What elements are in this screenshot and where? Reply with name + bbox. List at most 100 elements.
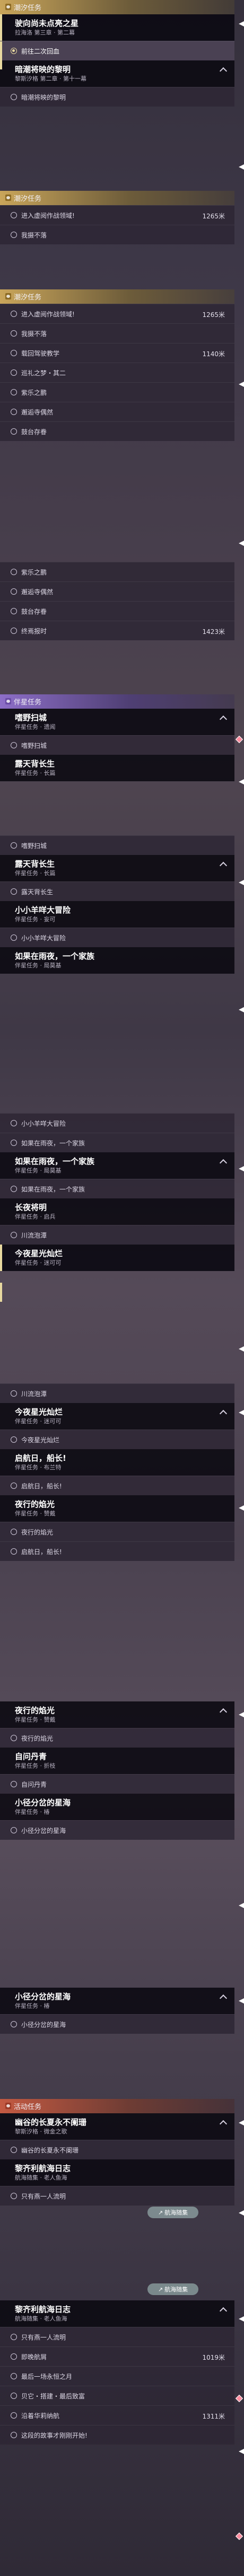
objective-row[interactable]: 邂逅寺偶然 <box>0 402 234 421</box>
pink-diamond-icon[interactable] <box>235 2394 243 2403</box>
collapse-arrow-icon[interactable] <box>239 1410 244 1415</box>
quest-card[interactable]: 幽谷的长夏永不阑珊 黎斯汐格 · 微金之歌 <box>0 2113 234 2140</box>
pink-diamond-icon[interactable] <box>235 2532 243 2540</box>
objective-radio-icon[interactable] <box>11 428 17 435</box>
objective-row[interactable]: 载回驾驶教学 1140米 <box>0 343 234 363</box>
objective-radio-icon[interactable] <box>11 2193 17 2199</box>
objective-radio-icon[interactable] <box>11 2373 17 2379</box>
objective-radio-icon[interactable] <box>11 1735 17 1741</box>
objective-row[interactable]: 紫乐之鹏 <box>0 562 234 581</box>
objective-radio-icon[interactable] <box>11 1186 17 1192</box>
chevron-up-icon[interactable] <box>219 715 228 724</box>
objective-radio-icon[interactable] <box>11 311 17 317</box>
objective-row[interactable]: 进入虚阅作战领域! 1265米 <box>0 304 234 323</box>
collapse-arrow-icon[interactable] <box>239 1505 244 1511</box>
section-header[interactable]: 潮汐任务 <box>0 191 234 205</box>
objective-row[interactable]: 邂逅寺偶然 <box>0 581 234 601</box>
collapse-arrow-icon[interactable] <box>239 1998 244 2004</box>
objective-row[interactable]: 如果在雨夜，一个家族 <box>0 1179 234 1198</box>
chevron-up-icon[interactable] <box>219 2120 228 2128</box>
objective-radio-icon[interactable] <box>11 842 17 849</box>
objective-radio-icon[interactable] <box>11 1483 17 1489</box>
objective-radio-icon[interactable] <box>11 1548 17 1555</box>
objective-radio-icon[interactable] <box>11 330 17 337</box>
objective-row[interactable]: 夜行的焰光 <box>0 1728 234 1748</box>
objective-row[interactable]: 暗潮将映的黎明 <box>0 87 234 107</box>
objective-row[interactable]: 即晚航屑 1019米 <box>0 2346 234 2366</box>
objective-radio-icon[interactable] <box>11 888 17 895</box>
quest-card[interactable]: 如果在雨夜，一个家族 伴星任务 · 局莫基 <box>0 1152 234 1179</box>
objective-radio-icon[interactable] <box>11 569 17 575</box>
objective-row[interactable]: 小小羊咩大冒险 <box>0 928 234 947</box>
collapse-arrow-icon[interactable] <box>239 1166 244 1171</box>
objective-radio-icon[interactable] <box>11 232 17 238</box>
collapse-arrow-icon[interactable] <box>239 1903 244 1908</box>
objective-radio-icon[interactable] <box>11 742 17 748</box>
quest-card[interactable]: 嗜野扫城 伴星任务 · 遗闻 <box>0 709 234 735</box>
objective-row[interactable]: 今夜星光灿烂 <box>0 1430 234 1449</box>
collapse-arrow-icon[interactable] <box>239 382 244 387</box>
objective-radio-icon[interactable] <box>11 1529 17 1535</box>
quest-card[interactable]: 露天背长生 伴星任务 · 长篇 <box>0 855 234 881</box>
objective-row[interactable]: 启航日，船长! <box>0 1541 234 1561</box>
quest-card[interactable]: 今夜星光灿烂 伴星任务 · 迷可可 <box>0 1245 234 1271</box>
collapse-arrow-icon[interactable] <box>239 1346 244 1352</box>
quest-card[interactable]: 自问丹青 伴星任务 · 折枝 <box>0 1748 234 1774</box>
objective-row[interactable]: 嗜野扫城 <box>0 835 234 855</box>
objective-row[interactable]: 自问丹青 <box>0 1774 234 1794</box>
collapse-arrow-icon[interactable] <box>239 164 244 170</box>
section-header[interactable]: 潮汐任务 <box>0 0 234 14</box>
collapse-arrow-icon[interactable] <box>239 2210 244 2216</box>
objective-radio-icon[interactable] <box>11 1390 17 1397</box>
objective-row[interactable]: 前往二次回血 <box>0 41 234 60</box>
chevron-up-icon[interactable] <box>219 861 228 870</box>
nav-tag[interactable]: 航海随集 <box>147 2283 198 2295</box>
objective-row[interactable]: 幽谷的长夏永不阑珊 <box>0 2140 234 2159</box>
objective-radio-icon[interactable] <box>11 350 17 356</box>
objective-row[interactable]: 鼓台存眷 <box>0 421 234 441</box>
objective-radio-icon[interactable] <box>11 2147 17 2153</box>
objective-radio-icon[interactable] <box>11 369 17 376</box>
objective-row[interactable]: 最后一场永恒之月 <box>0 2366 234 2386</box>
objective-row[interactable]: 紫乐之鹏 <box>0 382 234 402</box>
chevron-up-icon[interactable] <box>219 67 228 75</box>
quest-card[interactable]: 露天背长生 伴星任务 · 长篇 <box>0 755 234 781</box>
objective-row[interactable]: 小小羊咩大冒险 <box>0 1113 234 1133</box>
quest-card[interactable]: 黎齐利航海日志 航海随集 · 老人鱼海 <box>0 2159 234 2186</box>
quest-card[interactable]: 黎齐利航海日志 航海随集 · 老人鱼海 <box>0 2300 234 2327</box>
objective-radio-icon[interactable] <box>11 1120 17 1126</box>
objective-radio-icon[interactable] <box>11 2432 17 2438</box>
objective-radio-icon[interactable] <box>11 94 17 100</box>
objective-row[interactable]: 露天背长生 <box>0 881 234 901</box>
chevron-up-icon[interactable] <box>219 1159 228 1167</box>
collapse-arrow-icon[interactable] <box>239 21 244 27</box>
chevron-up-icon[interactable] <box>219 1708 228 1716</box>
objective-radio-icon[interactable] <box>11 48 17 54</box>
objective-radio-icon[interactable] <box>11 588 17 595</box>
objective-radio-icon[interactable] <box>11 2334 17 2340</box>
objective-row[interactable]: 鼓台存眷 <box>0 601 234 621</box>
quest-card[interactable]: 小小羊咩大冒险 伴星任务 · 妄可 <box>0 901 234 928</box>
objective-row[interactable]: 川流泡潭 <box>0 1383 234 1403</box>
objective-radio-icon[interactable] <box>11 1781 17 1787</box>
quest-card[interactable]: 驶向尚未点亮之星 拉海洛 第三章 · 第二幕 <box>0 14 234 41</box>
objective-row[interactable]: 贝它・搭建・最后致富 <box>0 2386 234 2405</box>
collapse-arrow-icon[interactable] <box>239 1007 244 1012</box>
quest-card[interactable]: 夜行的焰光 伴星任务 · 赞戴 <box>0 1495 234 1522</box>
collapse-arrow-icon[interactable] <box>239 2316 244 2322</box>
objective-row[interactable]: 川流泡潭 <box>0 1225 234 1245</box>
chevron-up-icon[interactable] <box>219 1409 228 1418</box>
objective-row[interactable]: 嗜野扫城 <box>0 735 234 755</box>
objective-radio-icon[interactable] <box>11 2353 17 2360</box>
quest-card[interactable]: 启航日，船长! 伴星任务 · 布兰特 <box>0 1449 234 1476</box>
objective-row[interactable]: 终焉报时 1423米 <box>0 621 234 640</box>
objective-radio-icon[interactable] <box>11 628 17 634</box>
collapse-arrow-icon[interactable] <box>239 779 244 784</box>
objective-radio-icon[interactable] <box>11 212 17 218</box>
objective-row[interactable]: 只有燕一人流明 <box>0 2327 234 2346</box>
nav-tag[interactable]: 航海随集 <box>147 2207 198 2218</box>
quest-card[interactable]: 小径分岔的星海 伴星任务 · 椿 <box>0 1794 234 1820</box>
objective-row[interactable]: 小径分岔的星海 <box>0 2014 234 2034</box>
objective-radio-icon[interactable] <box>11 409 17 415</box>
objective-row[interactable]: 沿着华莉纳航 1311米 <box>0 2405 234 2425</box>
